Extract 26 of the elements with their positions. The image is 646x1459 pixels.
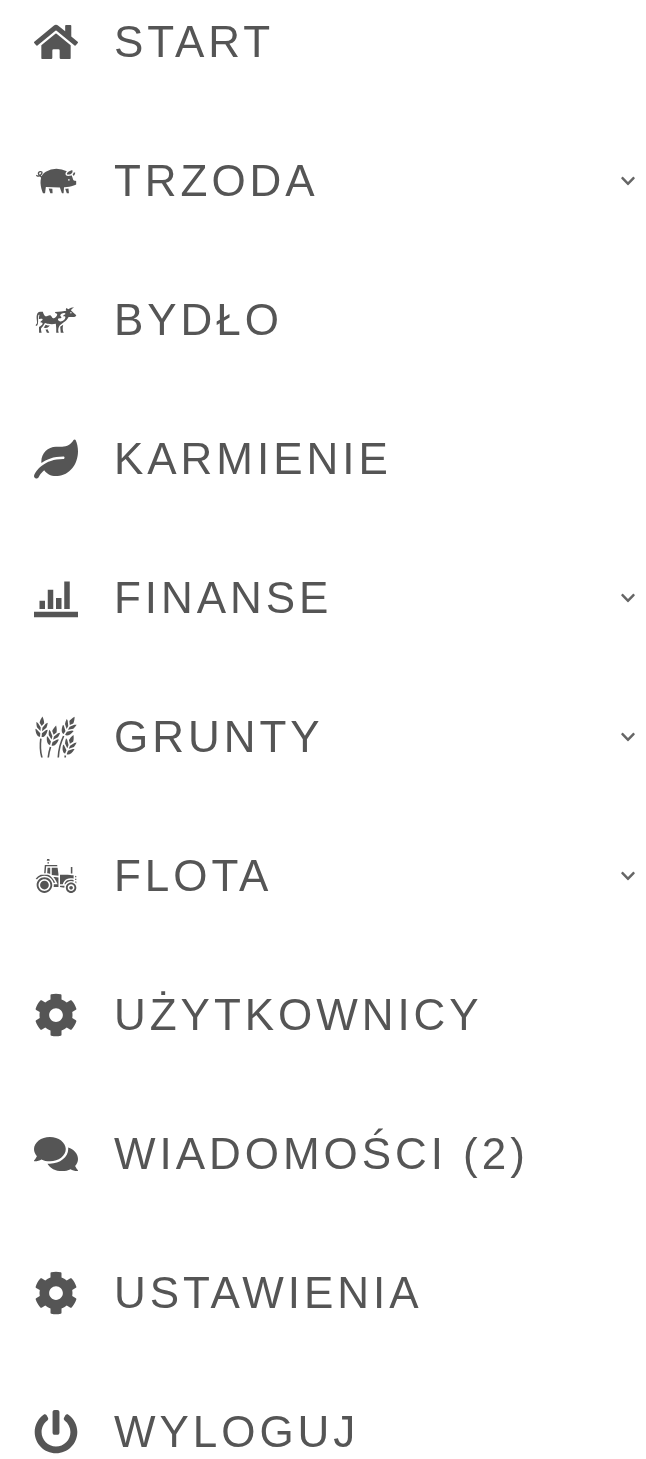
menu-item[interactable]: KARMIENIE [0, 417, 646, 501]
menu-label: FLOTA [114, 854, 273, 898]
menu-label: KARMIENIE [114, 437, 392, 481]
menu-label: START [114, 20, 274, 64]
menu-label: UŻYTKOWNICY [114, 993, 483, 1037]
settings-icon [34, 993, 78, 1037]
wheat-icon [34, 715, 78, 759]
menu-item[interactable]: START [0, 0, 646, 84]
menu-label: WYLOGUJ [114, 1410, 360, 1454]
menu-label: BYDŁO [114, 298, 283, 342]
menu-item[interactable]: WYLOGUJ [0, 1390, 646, 1459]
menu-item[interactable]: UŻYTKOWNICY [0, 973, 646, 1057]
menu-label: GRUNTY [114, 715, 324, 759]
settings-icon [34, 1271, 78, 1315]
menu-item[interactable]: FLOTA [0, 834, 646, 918]
menu-label: TRZODA [114, 159, 319, 203]
menu-item[interactable]: USTAWIENIA [0, 1251, 646, 1335]
menu-label: FINANSE [114, 576, 333, 620]
power-icon [34, 1410, 78, 1454]
menu-item[interactable]: GRUNTY [0, 695, 646, 779]
menu-item[interactable]: TRZODA [0, 139, 646, 223]
menu-item[interactable]: BYDŁO [0, 278, 646, 362]
leaf-icon [34, 437, 78, 481]
menu-item[interactable]: FINANSE [0, 556, 646, 640]
menu-label: USTAWIENIA [114, 1271, 423, 1315]
menu-item[interactable]: WIADOMOŚCI (2) [0, 1112, 646, 1196]
